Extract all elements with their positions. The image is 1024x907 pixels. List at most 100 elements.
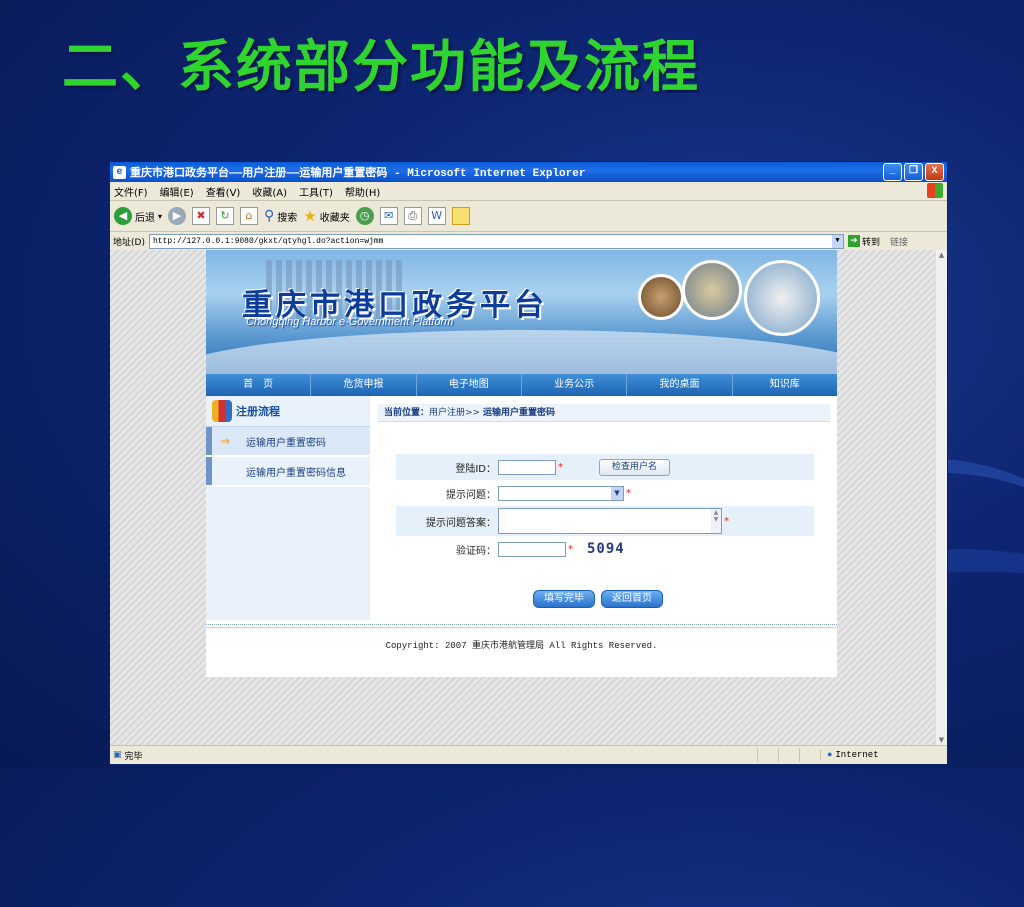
nav-my-desktop[interactable]: 我的桌面 [627, 374, 733, 396]
status-bar: ▣ 完毕 ● Internet [110, 745, 947, 764]
address-bar: 地址(D) http://127.0.0.1:9080/gkxt/qtyhgl.… [110, 232, 947, 251]
search-label: 搜索 [277, 212, 298, 224]
breadcrumb: 当前位置：用户注册>> 运输用户重置密码 [378, 404, 830, 422]
toolbar: ◀ 后退 ▾ ▶ ✖ ↻ ⌂ ⚲ 搜索 ★ 收藏夹 ◷ ✉ ⎙ W [110, 201, 947, 232]
photo-circle [682, 260, 742, 320]
go-arrow-icon: ➔ [847, 235, 860, 247]
check-username-button[interactable]: 检查用户名 [599, 458, 671, 476]
history-icon[interactable]: ◷ [355, 207, 374, 225]
nav-home[interactable]: 首 页 [206, 374, 312, 396]
refresh-icon[interactable]: ↻ [216, 207, 235, 225]
sidebar-heading: 注册流程 [206, 396, 370, 427]
links-label[interactable]: 链接 [890, 235, 908, 248]
home-icon[interactable]: ⌂ [240, 207, 259, 225]
sidebar-item-reset-password[interactable]: ⇒ 运输用户重置密码 [206, 427, 370, 457]
close-button[interactable]: X [925, 163, 944, 181]
answer-label: 提示问题答案： [426, 517, 496, 529]
back-button[interactable]: ◀ 后退 ▾ [114, 207, 162, 225]
login-id-label: 登陆ID： [455, 463, 496, 475]
question-row: 提示问题： ▼ * [396, 480, 814, 506]
footer-divider [206, 624, 837, 628]
menu-tools[interactable]: 工具(T) [299, 184, 333, 199]
status-divider [799, 748, 820, 762]
answer-row: 提示问题答案： ▲ ▼ * [396, 506, 814, 536]
menu-bar: 文件(F) 编辑(E) 查看(V) 收藏(A) 工具(T) 帮助(H) [110, 182, 947, 201]
textarea-scrollbar[interactable]: ▲ ▼ [711, 509, 721, 533]
stop-icon[interactable]: ✖ [192, 207, 211, 225]
answer-textarea[interactable]: ▲ ▼ [498, 508, 722, 534]
window-titlebar: e 重庆市港口政务平台——用户注册——运输用户重置密码 - Microsoft … [110, 162, 947, 182]
photo-circle [744, 260, 820, 336]
sidebar: 注册流程 ⇒ 运输用户重置密码 运输用户重置密码信息 [206, 396, 370, 620]
globe-icon: ● [827, 750, 833, 760]
breadcrumb-path[interactable]: 用户注册>> [429, 408, 480, 418]
sidebar-item-reset-password-info[interactable]: 运输用户重置密码信息 [206, 457, 370, 487]
chevron-down-icon[interactable]: ▾ [158, 212, 162, 221]
page-viewport: 重庆市港口政务平台 Chongqing Harbor e-Government … [110, 250, 937, 746]
menu-help[interactable]: 帮助(H) [345, 184, 380, 199]
active-marker [206, 427, 212, 455]
edit-icon[interactable]: W [427, 207, 446, 225]
security-zone: ● Internet [820, 750, 947, 760]
site-banner: 重庆市港口政务平台 Chongqing Harbor e-Government … [206, 250, 837, 374]
address-label: 地址(D) [113, 237, 145, 248]
login-id-input[interactable] [498, 459, 556, 475]
print-icon[interactable]: ⎙ [403, 207, 422, 225]
chevron-down-icon[interactable]: ▼ [611, 486, 623, 500]
site-nav: 首 页 危货申报 电子地图 业务公示 我的桌面 知识库 [206, 374, 837, 396]
menu-file[interactable]: 文件(F) [114, 184, 148, 199]
sidebar-item-label: 运输用户重置密码 [246, 437, 326, 449]
users-icon [212, 400, 232, 422]
zone-label: Internet [835, 750, 879, 760]
required-mark: * [724, 515, 729, 527]
go-button[interactable]: ➔ 转到 [847, 235, 880, 248]
back-arrow-icon: ◀ [114, 207, 132, 225]
slide-title: 二、系统部分功能及流程 [62, 35, 700, 100]
captcha-input[interactable] [498, 541, 566, 557]
mail-icon[interactable]: ✉ [379, 207, 398, 225]
go-label: 转到 [861, 237, 880, 248]
ie-icon: e [113, 165, 126, 179]
sidebar-item-label: 运输用户重置密码信息 [246, 467, 346, 479]
vertical-scrollbar[interactable]: ▲ ▼ [935, 250, 947, 746]
breadcrumb-current: 运输用户重置密码 [482, 408, 555, 418]
menu-favorites[interactable]: 收藏(A) [252, 184, 287, 199]
star-icon: ★ [303, 207, 317, 225]
nav-hazard-declaration[interactable]: 危货申报 [311, 374, 417, 396]
status-text: 完毕 [124, 751, 143, 762]
chevron-down-icon[interactable]: ▼ [831, 234, 843, 248]
search-icon: ⚲ [264, 208, 275, 224]
minimize-button[interactable]: _ [883, 163, 902, 181]
url-text: http://127.0.0.1:9080/gkxt/qtyhgl.do?act… [152, 236, 384, 246]
back-home-button[interactable]: 返回首页 [601, 590, 663, 608]
required-mark: * [626, 487, 631, 499]
menu-view[interactable]: 查看(V) [206, 184, 241, 199]
site-subtitle: Chongqing Harbor e-Government Platform [246, 316, 454, 328]
nav-map[interactable]: 电子地图 [417, 374, 522, 396]
required-mark: * [558, 461, 563, 473]
captcha-row: 验证码： * 5094 [396, 536, 814, 562]
menu-edit[interactable]: 编辑(E) [160, 184, 194, 199]
restore-button[interactable]: ❐ [904, 163, 923, 181]
address-input[interactable]: http://127.0.0.1:9080/gkxt/qtyhgl.do?act… [148, 233, 844, 249]
login-id-row: 登陆ID： * 检查用户名 [396, 454, 814, 480]
forward-arrow-icon[interactable]: ▶ [168, 207, 187, 225]
nav-business-notice[interactable]: 业务公示 [522, 374, 628, 396]
sidebar-heading-label: 注册流程 [236, 405, 280, 418]
nav-knowledge-base[interactable]: 知识库 [733, 374, 837, 396]
submit-button[interactable]: 填写完毕 [533, 590, 595, 608]
messenger-icon[interactable] [451, 207, 470, 225]
captcha-image: 5094 [587, 541, 625, 557]
window-title: 重庆市港口政务平台——用户注册——运输用户重置密码 - Microsoft In… [130, 168, 586, 180]
back-label: 后退 [135, 212, 155, 224]
scroll-up-icon[interactable]: ▲ [936, 250, 947, 261]
item-marker [206, 457, 212, 485]
photo-circle [638, 274, 684, 320]
status-left: ▣ 完毕 [110, 749, 757, 762]
question-select[interactable]: ▼ [498, 485, 624, 501]
search-button[interactable]: ⚲ 搜索 [264, 208, 297, 224]
favorites-button[interactable]: ★ 收藏夹 [303, 207, 349, 225]
banner-wave [206, 330, 837, 374]
required-mark: * [568, 543, 573, 555]
reset-password-form: 登陆ID： * 检查用户名 提示问题： ▼ * 提示问题答案： ▲ ▼ * 验证… [396, 454, 814, 562]
